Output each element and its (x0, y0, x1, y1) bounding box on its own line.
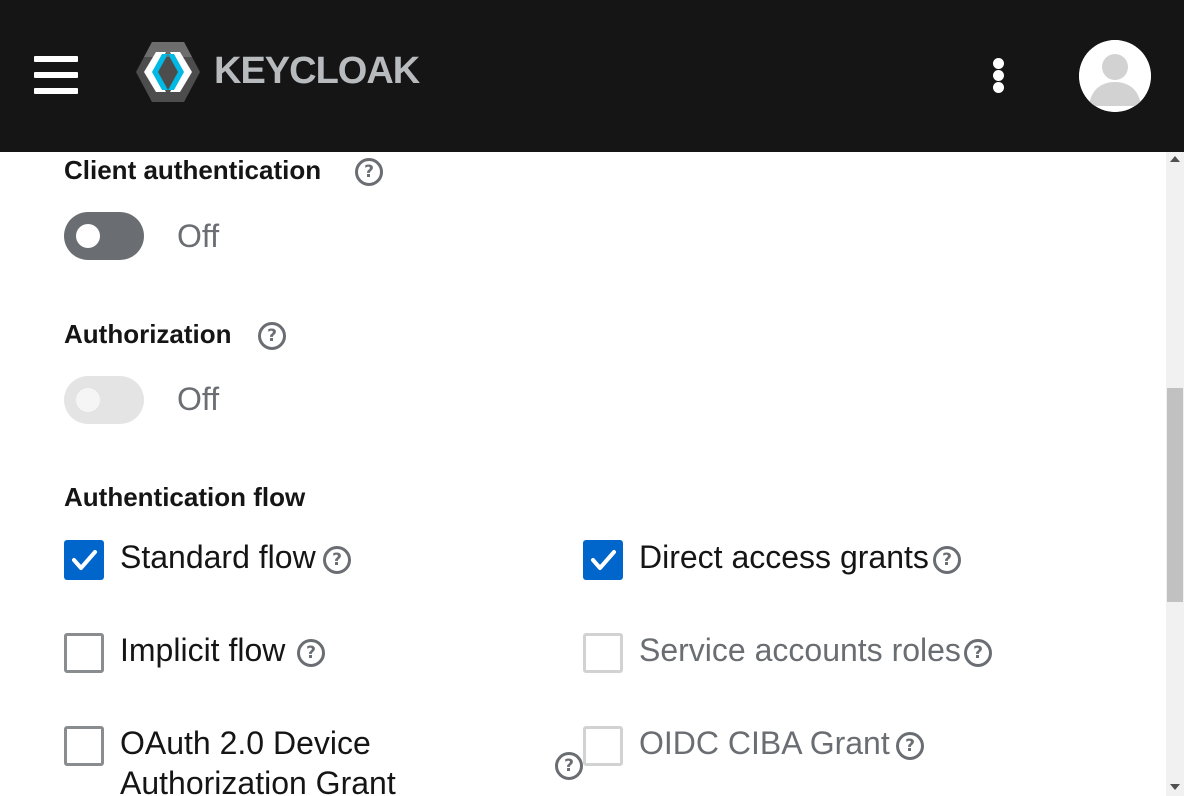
help-glyph: ? (564, 756, 574, 776)
standard-flow-label[interactable]: Standard flow (120, 537, 316, 577)
authorization-state: Off (177, 381, 220, 417)
direct-access-grants-label[interactable]: Direct access grants (639, 537, 929, 577)
user-avatar-button[interactable] (1079, 40, 1151, 112)
check-icon (591, 550, 616, 570)
oauth-device-grant-help-icon[interactable]: ? (555, 752, 583, 780)
oidc-ciba-grant-label: OIDC CIBA Grant (639, 725, 890, 761)
kebab-dot (993, 70, 1004, 81)
authorization-label: Authorization (64, 319, 232, 349)
client-capability-form: Client authentication ? Off Authorizatio… (0, 152, 1166, 796)
implicit-flow-label[interactable]: Implicit flow (120, 630, 285, 670)
kebab-dot (993, 82, 1004, 93)
help-glyph: ? (332, 550, 342, 570)
hamburger-menu-button[interactable] (34, 56, 78, 94)
kebab-icon (993, 58, 1004, 69)
direct-access-grants-help-icon[interactable]: ? (933, 546, 961, 574)
user-avatar-icon (1079, 40, 1151, 112)
direct-access-grants-checkbox[interactable] (583, 540, 623, 580)
vertical-scrollbar[interactable] (1166, 152, 1184, 796)
brand-name: KEYCLOAK (214, 50, 420, 92)
help-glyph: ? (905, 736, 915, 756)
standard-flow-help-icon[interactable]: ? (323, 546, 351, 574)
switch-knob (76, 224, 100, 248)
authorization-help-icon[interactable]: ? (258, 322, 286, 350)
client-authentication-switch[interactable] (64, 212, 144, 260)
help-glyph: ? (267, 326, 277, 346)
scroll-down-icon[interactable] (1170, 784, 1180, 790)
help-glyph: ? (973, 643, 983, 663)
help-glyph: ? (306, 643, 316, 663)
client-authentication-state: Off (177, 218, 220, 254)
client-authentication-label: Client authentication (64, 155, 322, 185)
check-icon (72, 550, 97, 570)
service-accounts-roles-label: Service accounts roles (639, 632, 961, 668)
help-glyph: ? (364, 162, 374, 182)
oauth-device-grant-label-line1[interactable]: OAuth 2.0 Device (120, 723, 371, 763)
keycloak-logo-icon (136, 42, 200, 102)
switch-knob (76, 388, 100, 412)
hamburger-icon (34, 56, 78, 62)
authorization-switch[interactable] (64, 376, 144, 424)
oauth-device-grant-checkbox[interactable] (64, 726, 104, 766)
service-accounts-roles-help-icon[interactable]: ? (964, 639, 992, 667)
service-accounts-roles-checkbox (583, 633, 623, 673)
standard-flow-checkbox[interactable] (64, 540, 104, 580)
implicit-flow-checkbox[interactable] (64, 633, 104, 673)
help-glyph: ? (942, 550, 952, 570)
keycloak-logo[interactable]: KEYCLOAK (136, 40, 456, 104)
hamburger-bar (34, 72, 78, 78)
client-authentication-help-icon[interactable]: ? (355, 158, 383, 186)
scroll-up-icon[interactable] (1170, 156, 1180, 162)
kebab-menu-button[interactable] (988, 58, 1010, 94)
implicit-flow-help-icon[interactable]: ? (297, 639, 325, 667)
scrollbar-thumb[interactable] (1167, 388, 1183, 602)
masthead: KEYCLOAK (0, 0, 1184, 152)
oidc-ciba-grant-help-icon[interactable]: ? (896, 732, 924, 760)
oauth-device-grant-label-line2[interactable]: Authorization Grant (120, 763, 396, 796)
oidc-ciba-grant-checkbox (583, 726, 623, 766)
hamburger-bar (34, 88, 78, 94)
authentication-flow-label: Authentication flow (64, 482, 306, 512)
